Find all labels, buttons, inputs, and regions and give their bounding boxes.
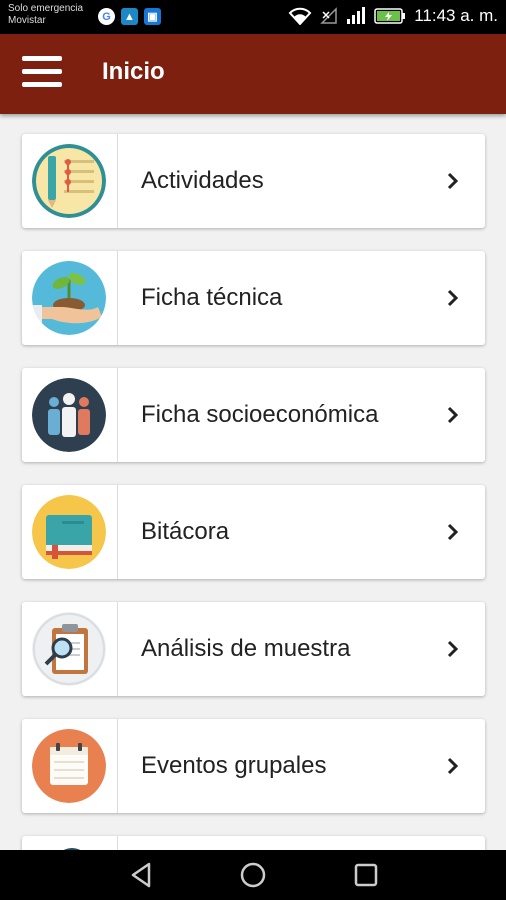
card-divider xyxy=(117,134,118,228)
navigation-bar xyxy=(0,850,506,900)
notification-icons: G ▲ ▣ xyxy=(98,8,161,25)
recents-icon[interactable] xyxy=(351,860,381,890)
card-divider xyxy=(117,485,118,579)
plant-in-hand-icon xyxy=(32,261,106,335)
signal-icon xyxy=(347,7,366,24)
chevron-right-icon xyxy=(447,523,459,541)
no-signal-icon xyxy=(320,7,337,24)
chevron-right-icon xyxy=(447,406,459,424)
system-status: 11:43 a. m. xyxy=(288,6,498,26)
menu-item-label: Análisis de muestra xyxy=(141,635,351,662)
activities-icon xyxy=(32,144,106,218)
carrier-info: Solo emergencia Movistar xyxy=(8,3,83,27)
menu-item-label: Bitácora xyxy=(141,518,230,545)
menu-item-label: Actividades xyxy=(141,167,264,194)
wifi-icon xyxy=(288,7,312,25)
calendar-icon xyxy=(32,729,106,803)
chevron-right-icon xyxy=(447,640,459,658)
menu-item-label: Ficha técnica xyxy=(141,284,283,311)
emergency-label: Solo emergencia xyxy=(8,3,84,14)
chevron-right-icon xyxy=(447,289,459,307)
app-bar: Inicio xyxy=(0,34,506,114)
menu-item-label: Ficha socioeconómica xyxy=(141,401,379,428)
menu-item-ficha-tecnica[interactable]: Ficha técnica xyxy=(22,251,485,345)
chevron-right-icon xyxy=(447,757,459,775)
clock: 11:43 a. m. xyxy=(414,6,498,25)
menu-icon[interactable] xyxy=(22,56,62,92)
clipboard-magnifier-icon xyxy=(32,612,106,686)
card-divider xyxy=(117,251,118,345)
menu-item-actividades[interactable]: Actividades xyxy=(22,134,485,228)
back-icon[interactable] xyxy=(127,860,157,890)
menu-item-analisis-de-muestra[interactable]: Análisis de muestra xyxy=(22,602,485,696)
status-bar: Solo emergencia Movistar G ▲ ▣ 11:43 a. … xyxy=(0,0,506,34)
chevron-right-icon xyxy=(447,172,459,190)
card-divider xyxy=(117,368,118,462)
book-icon xyxy=(32,495,106,569)
app-notification-icon: ▲ xyxy=(121,8,138,25)
gallery-icon: ▣ xyxy=(144,8,161,25)
card-divider xyxy=(117,719,118,813)
menu-item-eventos-grupales[interactable]: Eventos grupales xyxy=(22,719,485,813)
menu-item-bitacora[interactable]: Bitácora xyxy=(22,485,485,579)
carrier-label: Movistar xyxy=(8,15,46,26)
page-title: Inicio xyxy=(102,58,165,85)
card-divider xyxy=(117,602,118,696)
google-icon: G xyxy=(98,8,115,25)
home-icon[interactable] xyxy=(238,860,268,890)
menu-item-ficha-socioeconomica[interactable]: Ficha socioeconómica xyxy=(22,368,485,462)
menu-item-label: Eventos grupales xyxy=(141,752,327,779)
battery-icon xyxy=(374,8,406,24)
people-icon xyxy=(32,378,106,452)
